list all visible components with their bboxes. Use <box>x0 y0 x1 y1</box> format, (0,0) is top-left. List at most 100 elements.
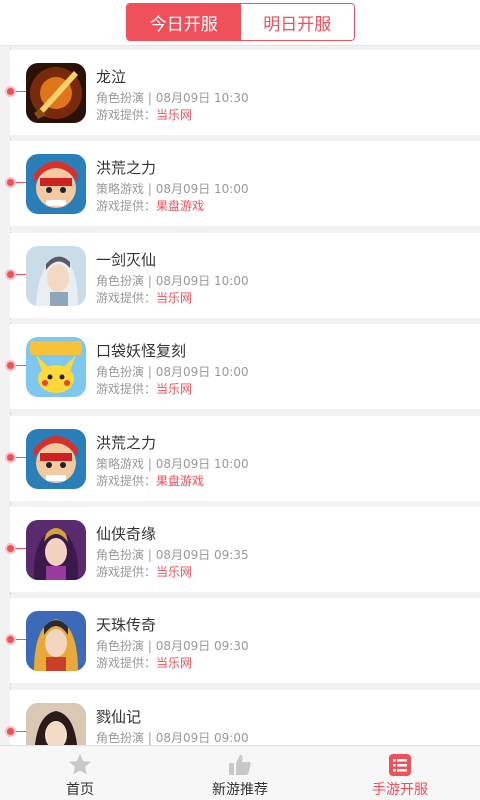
game-provider: 游戏提供：当乐网 <box>96 289 192 306</box>
game-provider: 游戏提供：当乐网 <box>96 106 192 123</box>
game-genre: 角色扮演 <box>96 639 145 653</box>
server-list[interactable]: 龙泣 角色扮演 | 08月09日 10:30 游戏提供：当乐网 洪荒之力 策略游… <box>0 47 480 745</box>
game-name: 口袋妖怪复刻 <box>96 342 187 360</box>
game-meta: 角色扮演 | 08月09日 09:30 <box>96 639 249 653</box>
timeline-dot <box>5 726 16 737</box>
list-item[interactable]: 口袋妖怪复刻 角色扮演 | 08月09日 10:00 游戏提供：当乐网 <box>5 324 480 409</box>
game-time: 08月09日 09:00 <box>155 731 249 745</box>
provider-prefix: 游戏提供： <box>96 656 157 670</box>
game-time: 08月09日 09:35 <box>155 548 249 562</box>
game-name: 洪荒之力 <box>96 434 157 452</box>
game-name: 龙泣 <box>96 68 127 86</box>
provider-prefix: 游戏提供： <box>96 565 157 579</box>
provider-name: 当乐网 <box>156 565 193 579</box>
game-genre: 角色扮演 <box>96 548 145 562</box>
provider-name: 当乐网 <box>156 108 193 122</box>
provider-prefix: 游戏提供： <box>96 108 157 122</box>
nav-server-open[interactable]: 手游开服 <box>320 746 480 800</box>
timeline-dot <box>5 86 16 97</box>
list-item[interactable]: 洪荒之力 策略游戏 | 08月09日 10:00 游戏提供：果盘游戏 <box>5 416 480 501</box>
timeline-connector <box>16 274 26 275</box>
nav-home[interactable]: 首页 <box>0 746 160 800</box>
timeline-connector <box>16 182 26 183</box>
game-meta: 策略游戏 | 08月09日 10:00 <box>96 182 249 196</box>
game-meta: 角色扮演 | 08月09日 10:00 <box>96 274 249 288</box>
provider-prefix: 游戏提供： <box>96 199 157 213</box>
game-meta: 角色扮演 | 08月09日 10:00 <box>96 365 249 379</box>
timeline-dot <box>5 543 16 554</box>
game-provider: 游戏提供：果盘游戏 <box>96 197 204 214</box>
list-item[interactable]: 戮仙记 角色扮演 | 08月09日 09:00 <box>5 690 480 745</box>
thumbs-up-icon <box>227 752 253 778</box>
pikachu-game-icon <box>26 337 86 397</box>
game-time: 08月09日 10:00 <box>155 182 249 196</box>
timeline-connector <box>16 548 26 549</box>
list-item[interactable]: 天珠传奇 角色扮演 | 08月09日 09:30 游戏提供：当乐网 <box>5 598 480 683</box>
timeline-dot <box>5 269 16 280</box>
provider-prefix: 游戏提供： <box>96 474 157 488</box>
game-time: 08月09日 10:30 <box>155 91 249 105</box>
tab-tomorrow[interactable]: 明日开服 <box>240 4 354 40</box>
list-icon <box>387 752 413 778</box>
hero-game-icon <box>26 611 86 671</box>
sword-game-icon <box>26 63 86 123</box>
provider-prefix: 游戏提供： <box>96 382 157 396</box>
warrior-game-icon <box>26 429 86 489</box>
game-time: 08月09日 09:30 <box>155 639 249 653</box>
nav-home-label: 首页 <box>66 782 94 798</box>
provider-name: 果盘游戏 <box>156 474 205 488</box>
provider-name: 当乐网 <box>156 382 193 396</box>
bottom-nav: 首页 新游推荐 手游开服 <box>0 745 480 800</box>
game-meta: 角色扮演 | 08月09日 10:30 <box>96 91 249 105</box>
timeline-connector <box>16 639 26 640</box>
game-provider: 游戏提供：当乐网 <box>96 563 192 580</box>
game-genre: 角色扮演 <box>96 274 145 288</box>
timeline-connector <box>16 91 26 92</box>
game-provider: 游戏提供：果盘游戏 <box>96 472 204 489</box>
game-genre: 角色扮演 <box>96 365 145 379</box>
tab-today[interactable]: 今日开服 <box>127 4 241 40</box>
game-meta: 策略游戏 | 08月09日 10:00 <box>96 457 249 471</box>
timeline-dot <box>5 360 16 371</box>
heroine-game-icon <box>26 520 86 580</box>
game-name: 天珠传奇 <box>96 616 157 634</box>
nav-new-games[interactable]: 新游推荐 <box>160 746 320 800</box>
provider-name: 果盘游戏 <box>156 199 205 213</box>
lady-game-icon <box>26 703 86 745</box>
timeline-dot <box>5 452 16 463</box>
game-time: 08月09日 10:00 <box>155 457 249 471</box>
nav-new-games-label: 新游推荐 <box>212 782 268 798</box>
nav-server-open-label: 手游开服 <box>372 782 428 798</box>
game-genre: 策略游戏 <box>96 457 145 471</box>
game-meta: 角色扮演 | 08月09日 09:00 <box>96 731 249 745</box>
game-provider: 游戏提供：当乐网 <box>96 380 192 397</box>
list-item[interactable]: 洪荒之力 策略游戏 | 08月09日 10:00 游戏提供：果盘游戏 <box>5 141 480 226</box>
top-bar: 今日开服 明日开服 <box>0 0 480 46</box>
list-item[interactable]: 一剑灭仙 角色扮演 | 08月09日 10:00 游戏提供：当乐网 <box>5 233 480 318</box>
game-name: 戮仙记 <box>96 708 142 726</box>
list-item[interactable]: 龙泣 角色扮演 | 08月09日 10:30 游戏提供：当乐网 <box>5 50 480 135</box>
game-genre: 角色扮演 <box>96 91 145 105</box>
game-genre: 角色扮演 <box>96 731 145 745</box>
warrior-game-icon <box>26 154 86 214</box>
timeline-connector <box>16 457 26 458</box>
game-provider: 游戏提供：当乐网 <box>96 654 192 671</box>
timeline-dot <box>5 177 16 188</box>
day-switch: 今日开服 明日开服 <box>126 3 355 41</box>
provider-prefix: 游戏提供： <box>96 291 157 305</box>
timeline-connector <box>16 365 26 366</box>
timeline-dot <box>5 634 16 645</box>
game-name: 洪荒之力 <box>96 159 157 177</box>
timeline-connector <box>16 731 26 732</box>
list-item[interactable]: 仙侠奇缘 角色扮演 | 08月09日 09:35 游戏提供：当乐网 <box>5 507 480 592</box>
game-time: 08月09日 10:00 <box>155 365 249 379</box>
provider-name: 当乐网 <box>156 656 193 670</box>
game-name: 仙侠奇缘 <box>96 525 157 543</box>
swordsman-game-icon <box>26 246 86 306</box>
star-icon <box>67 752 93 778</box>
game-name: 一剑灭仙 <box>96 251 157 269</box>
game-meta: 角色扮演 | 08月09日 09:35 <box>96 548 249 562</box>
game-time: 08月09日 10:00 <box>155 274 249 288</box>
game-genre: 策略游戏 <box>96 182 145 196</box>
provider-name: 当乐网 <box>156 291 193 305</box>
